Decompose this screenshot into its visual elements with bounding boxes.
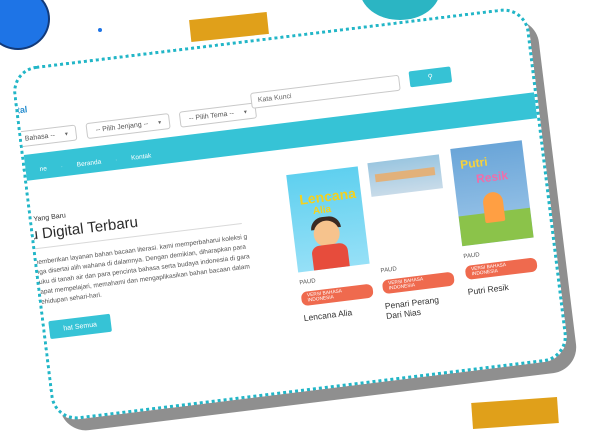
cover-text: Alia (312, 203, 332, 218)
book-card[interactable]: PAUD VERSI BAHASA INDONESIA Penari Peran… (367, 154, 458, 321)
section-description: memberikan layanan bahan bacaan literasi… (32, 233, 251, 307)
language-select-label: Bahasa -- (24, 131, 56, 143)
tape-decoration (189, 11, 269, 43)
book-cover[interactable]: Putri Resik (450, 140, 534, 247)
search-input[interactable]: Kata Kunci (249, 74, 401, 109)
cover-illustration (374, 167, 436, 183)
language-select[interactable]: Bahasa -- ▾ (14, 124, 78, 148)
book-cover[interactable]: Lencana Alia (286, 166, 370, 273)
theme-select[interactable]: -- Pilih Tema -- ▾ (179, 102, 257, 128)
book-badge: VERSI BAHASA INDONESIA (381, 271, 455, 295)
book-spacer (372, 188, 451, 260)
cover-text: Resik (475, 168, 509, 187)
book-badge: VERSI BAHASA INDONESIA (464, 257, 538, 280)
illustration-kid (481, 191, 506, 224)
search-button[interactable]: ⚲ (408, 66, 453, 88)
nav-separator: · (114, 156, 118, 164)
book-card[interactable]: Putri Resik PAUD VERSI BAHASA INDONESIA … (450, 140, 540, 297)
chevron-down-icon: ▾ (157, 119, 162, 126)
level-select[interactable]: -- Pilih Jenjang -- ▾ (85, 112, 172, 140)
book-title[interactable]: Penari Perang Dari Nias (384, 292, 458, 321)
nav-item-home[interactable]: ne (39, 165, 47, 173)
dot-decoration (98, 28, 102, 32)
cover-text: Putri (459, 154, 489, 172)
book-badge: VERSI BAHASA INDONESIA (300, 283, 374, 307)
book-title[interactable]: Lencana Alia (303, 304, 376, 323)
screenshot-card: ital Bahasa -- ▾ -- Pilih Jenjang -- ▾ -… (10, 5, 580, 434)
tape-decoration (471, 397, 559, 429)
illustration-body (311, 242, 351, 273)
book-title[interactable]: Putri Resik (467, 278, 540, 297)
chevron-down-icon: ▾ (64, 130, 69, 138)
card-frame: ital Bahasa -- ▾ -- Pilih Jenjang -- ▾ -… (10, 5, 570, 423)
nav-separator: · (60, 163, 64, 171)
site-name: ital (13, 104, 28, 116)
see-all-button[interactable]: hat Semua (48, 313, 113, 340)
theme-select-label: -- Pilih Tema -- (188, 109, 235, 123)
blue-circle-decoration (0, 0, 50, 50)
chevron-down-icon: ▾ (243, 109, 248, 116)
search-icon: ⚲ (427, 73, 434, 82)
book-card[interactable]: Lencana Alia PAUD VERSI BAHASA INDONESIA… (286, 166, 376, 323)
level-select-label: -- Pilih Jenjang -- (95, 120, 149, 134)
